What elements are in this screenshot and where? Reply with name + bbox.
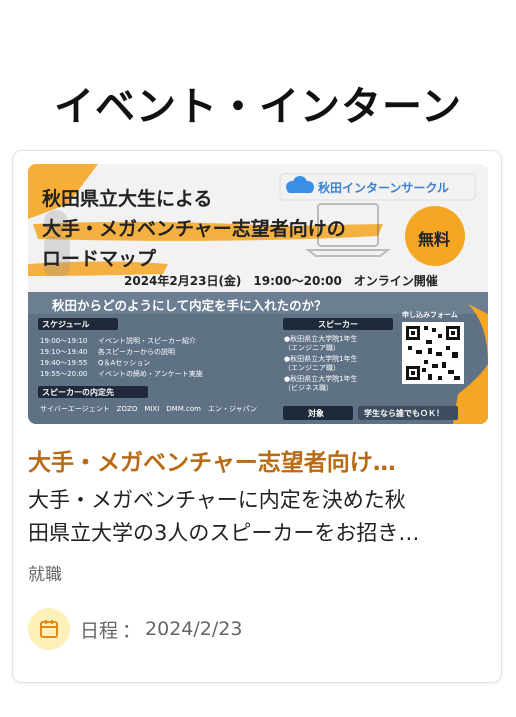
- schedule-text: イベント説明・スピーカー紹介: [98, 337, 196, 345]
- banner-free-badge: 無料: [418, 230, 451, 249]
- speaker-role: （エンジニア職）: [284, 364, 340, 372]
- event-schedule: 日程 ： 2024/2/23: [28, 607, 242, 651]
- event-banner-image[interactable]: 秋田県立大生による 大手・メガベンチャー志望者向けの ロードマップ 秋田インター…: [28, 164, 488, 424]
- banner-schedule-heading: スケジュール: [42, 320, 90, 329]
- banner-datetime: 2024年2月23日(金) 19:00〜20:00 オンライン開催: [124, 274, 438, 288]
- schedule-date: 2024/2/23: [145, 618, 243, 640]
- banner-title-line2: 大手・メガベンチャー志望者向けの: [42, 218, 346, 240]
- schedule-time: 19:55〜20:00: [40, 370, 88, 378]
- event-description: 大手・メガベンチャーに内定を決めた秋 田県立大学の3人のスピーカーをお招き…: [28, 484, 488, 550]
- banner-target-heading: 対象: [308, 409, 324, 418]
- schedule-row: 19:00〜19:10 イベント説明・スピーカー紹介: [40, 336, 203, 347]
- banner-title-line3: ロードマップ: [42, 248, 157, 270]
- schedule-time: 19:10〜19:40: [40, 348, 88, 356]
- speaker-name: ●秋田県立大学院1年生: [284, 335, 358, 343]
- schedule-row: 19:40〜19:55 Q＆Aセッション: [40, 358, 203, 369]
- banner-form-label: 申し込みフォーム: [402, 311, 458, 319]
- banner-schedule-list: 19:00〜19:10 イベント説明・スピーカー紹介 19:10〜19:40 各…: [40, 336, 203, 380]
- schedule-separator: ：: [122, 619, 142, 642]
- banner-logo-text: 秋田インターンサークル: [318, 181, 450, 195]
- calendar-icon: [28, 608, 70, 650]
- event-card[interactable]: 秋田県立大生による 大手・メガベンチャー志望者向けの ロードマップ 秋田インター…: [12, 150, 502, 683]
- banner-title-line1: 秋田県立大生による: [42, 188, 213, 210]
- event-description-line1: 大手・メガベンチャーに内定を決めた秋: [28, 488, 406, 512]
- schedule-label: 日程: [80, 619, 119, 642]
- schedule-row: 19:55〜20:00 イベントの締め・アンケート実施: [40, 369, 203, 380]
- schedule-text: Q＆Aセッション: [98, 359, 151, 367]
- speaker-name: ●秋田県立大学院1年生: [284, 375, 358, 383]
- schedule-text: 各スピーカーからの説明: [98, 348, 175, 356]
- schedule-time: 19:00〜19:10: [40, 337, 88, 345]
- event-category: 就職: [28, 565, 62, 585]
- speaker-role: （ビジネス職）: [284, 384, 333, 392]
- banner-speaker-heading: スピーカー: [318, 320, 358, 329]
- page-title: イベント・インターン: [54, 84, 462, 130]
- event-title[interactable]: 大手・メガベンチャー志望者向け…: [28, 443, 488, 477]
- speaker-name: ●秋田県立大学院1年生: [284, 355, 358, 363]
- banner-offers-heading: スピーカーの内定先: [42, 388, 114, 397]
- schedule-time: 19:40〜19:55: [40, 359, 88, 367]
- speaker-role: （エンジニア職）: [284, 344, 340, 352]
- schedule-row: 19:10〜19:40 各スピーカーからの説明: [40, 347, 203, 358]
- banner-offers: サイバーエージェント ZOZO MIXI DMM.com エン・ジャパン: [40, 405, 257, 413]
- banner-target-text: 学生なら誰でもＯＫ！: [364, 409, 444, 418]
- schedule-text: イベントの締め・アンケート実施: [98, 370, 203, 378]
- event-description-line2: 田県立大学の3人のスピーカーをお招き…: [28, 521, 420, 545]
- banner-speaker-list: ●秋田県立大学院1年生 （エンジニア職） ●秋田県立大学院1年生 （エンジニア職…: [284, 334, 358, 394]
- banner-question: 秋田からどのようにして内定を手に入れたのか？: [52, 298, 327, 313]
